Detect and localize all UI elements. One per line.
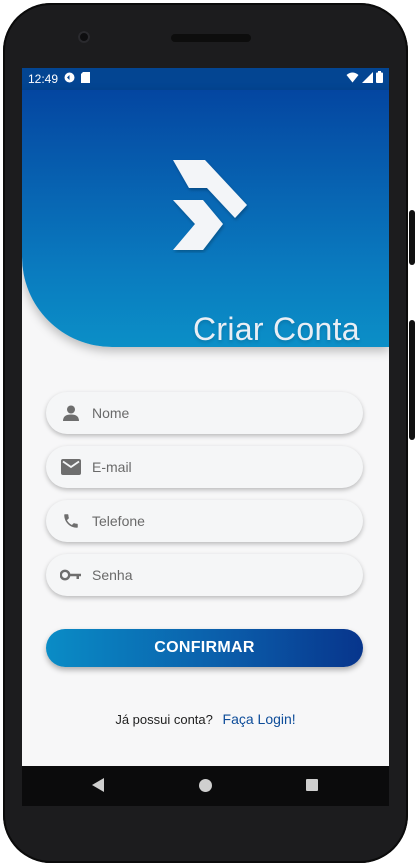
wifi-icon (346, 72, 359, 86)
login-question: Já possui conta? (115, 712, 213, 727)
login-prompt: Já possui conta? Faça Login! (22, 711, 389, 727)
phone-field[interactable] (46, 500, 363, 542)
home-icon[interactable] (199, 779, 212, 792)
phone-icon (60, 510, 82, 532)
login-link[interactable]: Faça Login! (223, 711, 296, 727)
hero-header: Criar Conta (22, 90, 389, 347)
phone-input[interactable] (90, 512, 344, 530)
notification-icon (64, 72, 75, 86)
app-screen: 12:49 Criar Conta Nome E-mail Telefone C… (22, 68, 389, 806)
battery-icon (376, 71, 383, 86)
status-indicators (346, 71, 383, 86)
key-icon (60, 564, 82, 586)
status-bar: 12:49 (22, 68, 389, 90)
person-icon (60, 402, 82, 424)
sd-card-icon (81, 72, 91, 86)
volume-button (409, 320, 415, 440)
password-input[interactable] (90, 566, 344, 584)
signal-icon (362, 71, 373, 86)
back-icon[interactable] (92, 778, 104, 792)
name-input[interactable] (90, 404, 344, 422)
earpiece-speaker (171, 34, 251, 42)
front-camera (78, 31, 90, 43)
power-button (409, 210, 415, 265)
confirm-button[interactable]: CONFIRMAR (46, 629, 363, 667)
mail-icon (60, 456, 82, 478)
status-time: 12:49 (28, 72, 59, 86)
page-title: Criar Conta (193, 311, 360, 347)
email-field[interactable] (46, 446, 363, 488)
recent-apps-icon[interactable] (306, 779, 318, 791)
navigation-bar (22, 766, 389, 806)
app-logo-icon (167, 158, 252, 253)
email-input[interactable] (90, 458, 344, 476)
name-field[interactable] (46, 392, 363, 434)
password-field[interactable] (46, 554, 363, 596)
